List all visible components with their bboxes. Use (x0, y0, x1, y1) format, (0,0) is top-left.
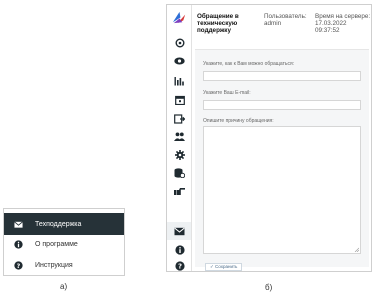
sidebar-item-view[interactable] (174, 55, 185, 66)
sidebar-item-pointer[interactable] (174, 185, 185, 196)
reason-textarea[interactable] (203, 126, 361, 254)
server-time-label: Время на сервере: (315, 13, 371, 20)
sidebar-item-database[interactable] (174, 167, 185, 178)
menu-item-label: О программе (35, 240, 78, 248)
sidebar: ? (167, 5, 192, 271)
server-time-clock: 09:37:52 (315, 27, 340, 34)
sidebar-item-map[interactable] (174, 37, 185, 48)
sidebar-item-manual[interactable]: ? (174, 260, 185, 271)
envelope-icon (14, 220, 23, 228)
user-info: Пользователь: admin (264, 13, 312, 27)
question-icon: ? (14, 260, 23, 269)
page-header: Обращение в техническую поддержку Пользо… (197, 13, 370, 47)
database-icon (174, 167, 185, 178)
menu-item-manual[interactable]: ? Инструкция (4, 254, 124, 276)
contact-field[interactable] (203, 71, 361, 81)
eye-icon (174, 57, 185, 64)
support-window: ? Обращение в техническую поддержку Поль… (166, 4, 372, 272)
gear-icon (174, 149, 185, 160)
menu-item-about[interactable]: О программе (4, 233, 124, 255)
page-title: Обращение в техническую поддержку (197, 13, 239, 34)
contact-label: Укажите, как к Вам можно обращаться: (203, 61, 295, 67)
info-icon (14, 239, 23, 249)
menu-item-label: Техподдержка (35, 220, 82, 228)
users-icon (174, 132, 185, 141)
sidebar-item-about[interactable] (174, 244, 185, 255)
menu-item-label: Инструкция (35, 261, 73, 269)
reason-label: Опишите причину обращения: (203, 118, 274, 124)
info-icon (174, 244, 185, 255)
help-menu: Техподдержка О программе ? Инструкция (3, 208, 125, 276)
caption-b: б) (265, 283, 273, 292)
menu-item-support[interactable]: Техподдержка (4, 213, 124, 235)
sidebar-item-export[interactable] (174, 113, 185, 124)
svg-text:?: ? (17, 262, 21, 269)
support-form: Укажите, как к Вам можно обращаться: Ука… (195, 49, 369, 271)
svg-text:?: ? (177, 262, 181, 270)
sidebar-item-reports[interactable] (174, 75, 185, 86)
export-icon (174, 113, 185, 124)
user-value: admin (264, 20, 282, 27)
hand-point-icon (174, 187, 185, 195)
sidebar-item-support[interactable] (174, 226, 185, 237)
user-label: Пользователь: (264, 13, 307, 20)
question-icon: ? (174, 260, 185, 271)
server-time: Время на сервере: 17.03.2022 09:37:52 (315, 13, 375, 34)
calendar-icon (174, 95, 185, 105)
save-button[interactable]: ✓ Сохранить (205, 263, 243, 271)
envelope-icon (174, 227, 185, 236)
email-field[interactable] (203, 100, 361, 110)
sidebar-item-settings[interactable] (174, 149, 185, 160)
bar-chart-icon (174, 76, 184, 85)
location-icon (175, 38, 184, 47)
email-label: Укажите Ваш E-mail: (203, 90, 251, 96)
sidebar-item-calendar[interactable] (174, 94, 185, 105)
sidebar-item-users[interactable] (174, 131, 185, 142)
resize-grip-icon[interactable] (354, 247, 359, 252)
caption-a: а) (60, 282, 68, 291)
logo-icon (172, 11, 186, 24)
server-time-date: 17.03.2022 (315, 20, 347, 27)
